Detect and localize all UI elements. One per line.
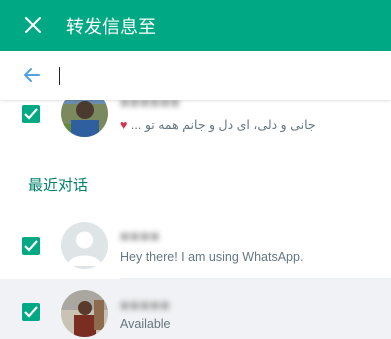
contact-status: Available bbox=[120, 317, 171, 331]
contact-status: ♥ ... جانی و دلی، ای دل و جانم همه تو bbox=[120, 117, 316, 132]
contact-name: ■■■■■ bbox=[120, 297, 171, 314]
close-icon[interactable] bbox=[23, 15, 43, 35]
avatar bbox=[61, 290, 108, 337]
contact-checkbox[interactable] bbox=[22, 237, 40, 255]
search-input[interactable] bbox=[58, 63, 358, 87]
contact-checkbox[interactable] bbox=[22, 105, 40, 123]
search-bar bbox=[0, 51, 391, 100]
status-text: ... جانی و دلی، ای دل و جانم همه تو bbox=[130, 118, 316, 132]
heart-emoji: ♥ bbox=[120, 118, 128, 132]
contact-name: ■■■■ bbox=[120, 228, 161, 245]
contact-status: Hey there! I am using WhatsApp. bbox=[120, 250, 304, 264]
text-caret bbox=[59, 67, 60, 85]
header-title: 转发信息至 bbox=[66, 17, 156, 38]
recent-chats-label: 最近对话 bbox=[28, 176, 89, 194]
contact-row[interactable]: ■■■■ Hey there! I am using WhatsApp. bbox=[0, 211, 391, 279]
contact-row[interactable]: ■■■■■ Available bbox=[0, 279, 391, 339]
forward-header: 转发信息至 bbox=[0, 0, 391, 51]
back-arrow-icon[interactable] bbox=[23, 66, 41, 84]
default-avatar-icon bbox=[61, 222, 108, 269]
contact-checkbox[interactable] bbox=[22, 303, 40, 321]
